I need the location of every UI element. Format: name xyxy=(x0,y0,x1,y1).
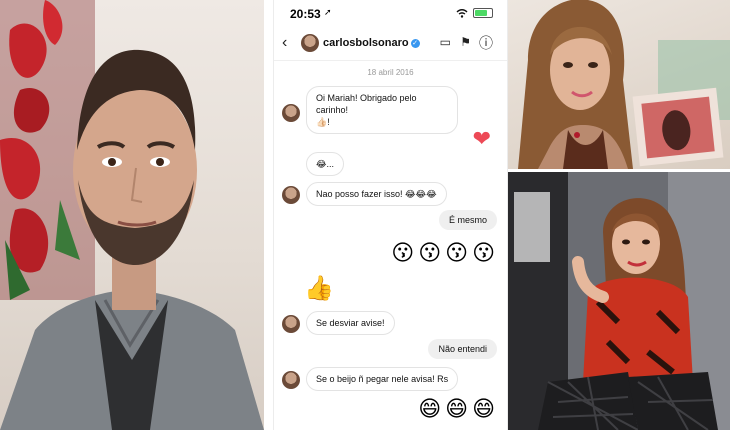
message-text: Oi Mariah! Obrigado pelo carinho! xyxy=(316,93,417,115)
woman-with-book-photo xyxy=(508,0,730,169)
kissing-face-emoji-icon: 😗 xyxy=(445,240,469,265)
verified-badge-icon: ✓ xyxy=(410,39,420,48)
message-outgoing: Não entendi xyxy=(428,339,497,359)
grinning-face-emoji-icon: 😄 xyxy=(418,396,442,421)
woman-with-book-illustration xyxy=(518,0,730,169)
status-bar: 20:53 ➚ xyxy=(274,0,507,26)
status-time: 20:53 xyxy=(290,7,321,21)
date-divider: 18 abril 2016 xyxy=(367,68,414,77)
kissing-face-emoji-icon: 😗 xyxy=(472,240,495,265)
location-icon: ➚ xyxy=(324,7,332,17)
flag-icon[interactable]: ⚑ xyxy=(460,35,471,49)
sender-avatar xyxy=(282,315,300,333)
contact-avatar[interactable] xyxy=(301,34,319,52)
woman-in-red-dress-photo xyxy=(508,172,730,430)
emoji-message-outgoing: 😄 😄 😄 xyxy=(418,396,495,422)
man-portrait-illustration xyxy=(0,0,264,430)
contact-username[interactable]: carlosbolsonaro ✓ xyxy=(323,37,420,49)
kissing-face-emoji-icon: 😗 xyxy=(391,240,415,265)
wifi-icon xyxy=(456,8,468,18)
message-outgoing: É mesmo xyxy=(438,210,497,230)
chat-header: ‹ carlosbolsonaro ✓ ▭ ⚑ ⓘ xyxy=(274,28,507,61)
heart-reaction-icon: ❤ xyxy=(472,126,491,151)
message-text: Não entendi xyxy=(438,344,487,354)
man-portrait-photo xyxy=(0,0,264,430)
back-arrow-icon[interactable]: ‹ xyxy=(282,34,287,52)
message-incoming: Oi Mariah! Obrigado pelo carinho! 👍🏻! xyxy=(306,86,458,134)
sender-avatar xyxy=(282,186,300,204)
sender-avatar xyxy=(282,104,300,122)
username-text: carlosbolsonaro xyxy=(323,37,409,49)
emoji-message-outgoing: 😗 😗 😗 😗 xyxy=(391,240,495,266)
kissing-face-emoji-icon: 😗 xyxy=(418,240,442,265)
message-text: É mesmo xyxy=(448,215,487,225)
grinning-face-emoji-icon: 😄 xyxy=(472,396,495,421)
instagram-chat-screenshot: 20:53 ➚ ‹ carlosbolsonaro ✓ ▭ ⚑ ⓘ 18 abri… xyxy=(273,0,508,430)
message-text: 😂... xyxy=(316,159,335,169)
grinning-face-emoji-icon: 😄 xyxy=(445,396,469,421)
sender-avatar xyxy=(282,371,300,389)
woman-in-red-dress-illustration xyxy=(508,172,730,430)
info-icon[interactable]: ⓘ xyxy=(479,33,493,53)
message-incoming: Se desviar avise! xyxy=(306,311,395,335)
thumbs-up-emoji-icon: 👍 xyxy=(304,275,334,302)
message-incoming: Nao posso fazer isso! 😂😂😂 xyxy=(306,182,447,206)
message-incoming: Se o beijo ñ pegar nele avisa! Rs xyxy=(306,367,459,391)
message-text: Nao posso fazer isso! 😂😂😂 xyxy=(316,189,437,199)
message-text: Se o beijo ñ pegar nele avisa! Rs xyxy=(316,374,449,384)
message-text: 👍🏻! xyxy=(316,117,330,127)
battery-icon xyxy=(473,8,493,18)
message-text: Se desviar avise! xyxy=(316,318,385,328)
video-call-icon[interactable]: ▭ xyxy=(440,35,451,49)
message-incoming: 😂... xyxy=(306,152,345,176)
